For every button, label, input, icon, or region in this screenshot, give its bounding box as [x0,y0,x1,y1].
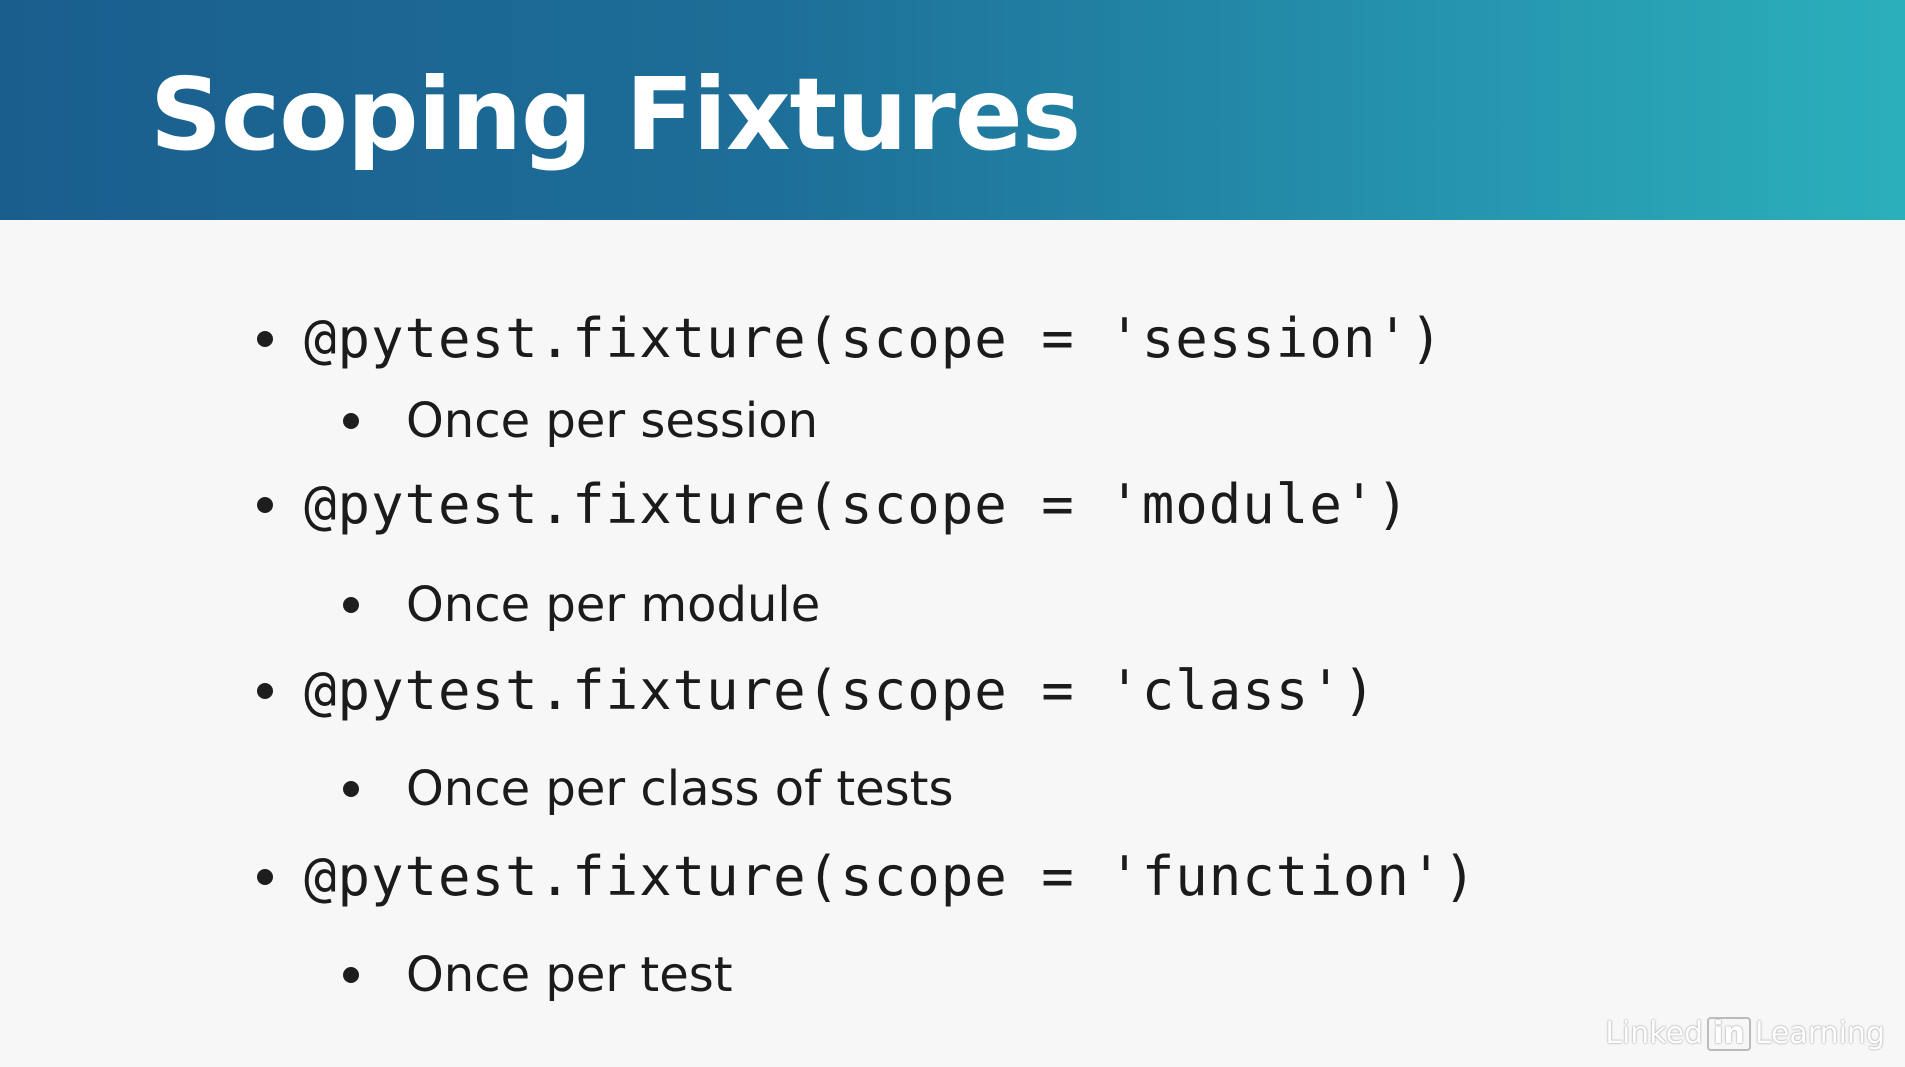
bullet-dot-icon [257,331,273,347]
description-text: Once per test [406,947,733,1003]
code-line: @pytest.fixture(scope = 'session') [304,307,1444,370]
bullet-dot-icon [257,683,273,699]
bullet-dot-icon [343,597,359,613]
bullet-item-module: @pytest.fixture(scope = 'module') [0,470,1905,540]
bullet-dot-icon [257,869,273,885]
bullet-dot-icon [257,497,273,513]
bullet-item-function: @pytest.fixture(scope = 'function') [0,842,1905,912]
bullet-dot-icon [343,781,359,797]
sub-bullet-item-class: Once per class of tests [0,754,1905,824]
code-line: @pytest.fixture(scope = 'class') [304,659,1377,722]
slide-title: Scoping Fixtures [150,56,1081,173]
bullet-item-session: @pytest.fixture(scope = 'session') [0,304,1905,374]
bullet-dot-icon [343,413,359,429]
watermark-text-post: Learning [1754,1016,1885,1051]
slide-header: Scoping Fixtures [0,0,1905,220]
description-text: Once per session [406,393,819,449]
code-line: @pytest.fixture(scope = 'module') [304,473,1410,536]
code-line: @pytest.fixture(scope = 'function') [304,845,1477,908]
description-text: Once per module [406,577,821,633]
watermark-text-pre: Linked [1605,1016,1704,1051]
sub-bullet-item-function: Once per test [0,940,1905,1010]
slide-body: @pytest.fixture(scope = 'session') Once … [0,220,1905,1067]
linkedin-learning-watermark: Linked in Learning [1605,1016,1885,1051]
sub-bullet-item-session: Once per session [0,386,1905,456]
description-text: Once per class of tests [406,761,954,817]
linkedin-logo-icon: in [1707,1016,1751,1051]
sub-bullet-item-module: Once per module [0,570,1905,640]
bullet-item-class: @pytest.fixture(scope = 'class') [0,656,1905,726]
bullet-dot-icon [343,967,359,983]
